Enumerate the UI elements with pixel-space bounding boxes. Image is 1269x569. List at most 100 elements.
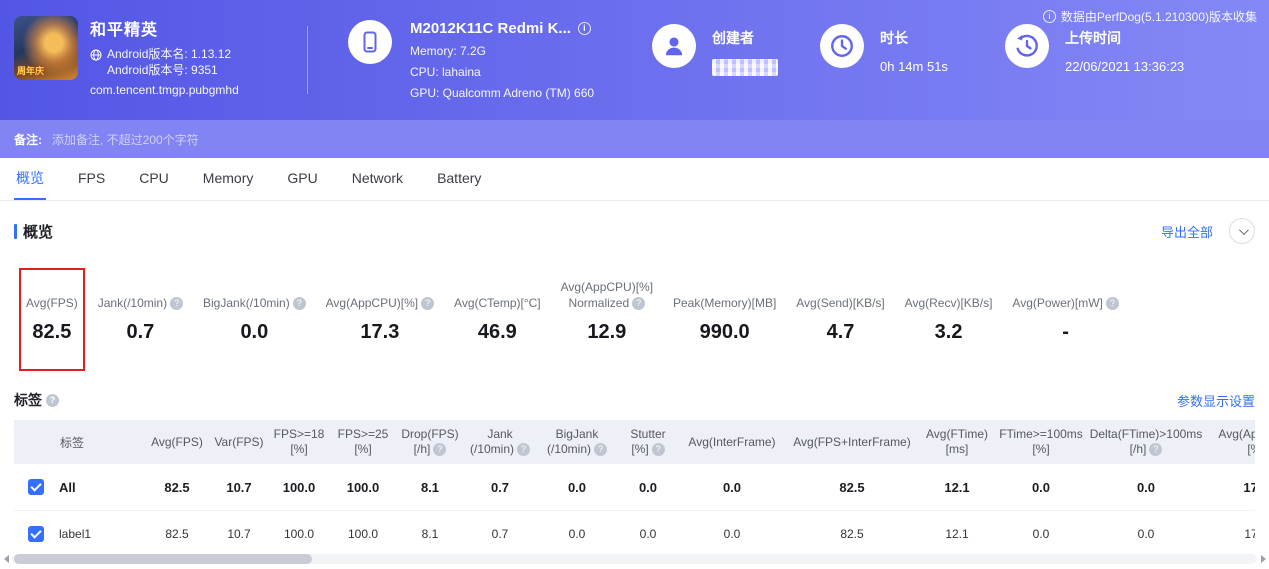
tab-cpu[interactable]: CPU <box>137 158 171 200</box>
report-header: 周年庆 和平精英 Android版本名: 1.13.12 Android版本号: <box>0 0 1269 120</box>
app-icon-badge: 周年庆 <box>17 64 44 77</box>
col-avg-appcpu: Avg(AppCPU)[%] <box>1206 420 1255 464</box>
globe-icon <box>90 48 102 78</box>
creator-summary: 创建者 <box>652 24 778 76</box>
app-summary: 周年庆 和平精英 Android版本名: 1.13.12 Android版本号: <box>14 16 239 97</box>
row-label: All <box>59 480 76 495</box>
col-fps-ge-18: FPS>=18[%] <box>268 420 330 464</box>
row-checkbox[interactable] <box>28 479 44 495</box>
right-arrow-icon <box>1261 555 1266 563</box>
horizontal-scrollbar <box>0 553 1269 565</box>
device-memory: Memory: 7.2G <box>410 44 594 58</box>
stat-avg-fps: Avg(FPS) 82.5 <box>26 279 78 344</box>
col-avg-fps-interframe: Avg(FPS+InterFrame) <box>786 420 918 464</box>
device-summary: M2012K11C Redmi K... i Memory: 7.2G CPU:… <box>348 20 594 100</box>
col-avg-ftime: Avg(FTime)[ms] <box>918 420 996 464</box>
stat-bigjank: BigJank(/10min)? 0.0 <box>203 279 306 344</box>
collapse-button[interactable] <box>1229 218 1255 244</box>
col-avg-interframe: Avg(InterFrame) <box>678 420 786 464</box>
export-all-link[interactable]: 导出全部 <box>1161 222 1213 241</box>
info-icon[interactable]: ? <box>293 297 306 310</box>
row-checkbox[interactable] <box>28 526 44 542</box>
overview-stats: Avg(FPS) 82.5 Jank(/10min)? 0.7 BigJank(… <box>26 279 1119 344</box>
remark-label: 备注: <box>14 131 42 148</box>
tab-fps[interactable]: FPS <box>76 158 107 200</box>
col-drop-fps: Drop(FPS)[/h]? <box>396 420 464 464</box>
col-label: 标签 <box>14 420 144 464</box>
info-icon[interactable]: ? <box>652 443 665 456</box>
scroll-left-button[interactable] <box>0 553 12 565</box>
remark-placeholder: 添加备注, 不超过200个字符 <box>52 131 199 148</box>
upload-time-value: 22/06/2021 13:36:23 <box>1065 59 1184 74</box>
creator-label: 创建者 <box>712 28 778 48</box>
device-cpu: CPU: lahaina <box>410 65 594 79</box>
creator-name-masked <box>712 59 778 76</box>
tab-network[interactable]: Network <box>350 158 405 200</box>
labels-table-wrap: 标签 Avg(FPS) Var(FPS) FPS>=18[%] FPS>=25[… <box>14 420 1255 558</box>
chevron-down-icon <box>1238 225 1248 235</box>
tab-overview[interactable]: 概览 <box>14 158 46 200</box>
col-ftime-ge-100ms: FTime>=100ms[%] <box>996 420 1086 464</box>
col-delta-ftime: Delta(FTime)>100ms[/h]? <box>1086 420 1206 464</box>
collector-note: i 数据由PerfDog(5.1.210300)版本收集 <box>1043 8 1257 25</box>
row-label: label1 <box>59 527 91 541</box>
stat-avg-ctemp: Avg(CTemp)[°C] 46.9 <box>454 279 541 344</box>
tab-gpu[interactable]: GPU <box>285 158 319 200</box>
perfdog-report-page: 周年庆 和平精英 Android版本名: 1.13.12 Android版本号: <box>0 0 1269 569</box>
main-content: 概览 导出全部 Avg(FPS) 82.5 Jank(/10min)? 0.7 … <box>0 201 1269 569</box>
col-fps-ge-25: FPS>=25[%] <box>330 420 396 464</box>
app-icon: 周年庆 <box>14 16 78 80</box>
device-info-icon[interactable]: i <box>578 22 591 35</box>
table-row: All 82.5 10.7 100.0 100.0 8.1 0.7 0.0 0.… <box>14 464 1255 511</box>
labels-section-title: 标签 ? <box>14 390 59 410</box>
stat-avg-power: Avg(Power)[mW]? - <box>1012 279 1118 344</box>
stat-avg-recv: Avg(Recv)[KB/s] 3.2 <box>905 279 993 344</box>
upload-time-label: 上传时间 <box>1065 28 1184 48</box>
info-icon[interactable]: ? <box>632 297 645 310</box>
scrollbar-track[interactable] <box>12 554 1257 564</box>
stat-avg-send: Avg(Send)[KB/s] 4.7 <box>796 279 885 344</box>
tab-memory[interactable]: Memory <box>201 158 256 200</box>
section-title: 概览 <box>14 221 53 242</box>
overview-title: 概览 <box>23 221 53 242</box>
collector-note-text: 数据由PerfDog(5.1.210300)版本收集 <box>1061 8 1257 25</box>
info-icon[interactable]: ? <box>1149 443 1162 456</box>
info-icon[interactable]: ? <box>594 443 607 456</box>
labels-table: 标签 Avg(FPS) Var(FPS) FPS>=18[%] FPS>=25[… <box>14 420 1255 558</box>
history-clock-icon <box>1005 24 1049 68</box>
device-gpu: GPU: Qualcomm Adreno (TM) 660 <box>410 86 594 100</box>
stat-peak-memory: Peak(Memory)[MB] 990.0 <box>673 279 776 344</box>
info-icon[interactable]: ? <box>170 297 183 310</box>
app-version-name: Android版本名: 1.13.12 <box>107 46 231 62</box>
app-info: 和平精英 Android版本名: 1.13.12 Android版本号: 935… <box>90 16 239 97</box>
tab-bar: 概览 FPS CPU Memory GPU Network Battery <box>0 158 1269 201</box>
device-model: M2012K11C Redmi K... <box>410 20 571 37</box>
table-row: label1 82.5 10.7 100.0 100.0 8.1 0.7 0.0… <box>14 511 1255 558</box>
stat-avg-appcpu: Avg(AppCPU)[%]? 17.3 <box>326 279 434 344</box>
col-var-fps: Var(FPS) <box>210 420 268 464</box>
scroll-right-button[interactable] <box>1257 553 1269 565</box>
clock-icon <box>820 24 864 68</box>
info-icon[interactable]: ? <box>46 394 59 407</box>
info-icon[interactable]: ? <box>1106 297 1119 310</box>
stat-jank: Jank(/10min)? 0.7 <box>98 279 183 344</box>
info-icon[interactable]: ? <box>517 443 530 456</box>
scrollbar-thumb[interactable] <box>14 554 312 564</box>
info-icon: i <box>1043 10 1056 23</box>
left-arrow-icon <box>4 555 9 563</box>
param-display-settings-link[interactable]: 参数显示设置 <box>1177 391 1255 410</box>
tab-battery[interactable]: Battery <box>435 158 483 200</box>
header-divider <box>307 26 308 94</box>
duration-summary: 时长 0h 14m 51s <box>820 24 948 74</box>
phone-icon <box>348 20 392 64</box>
col-bigjank: BigJank(/10min)? <box>536 420 618 464</box>
duration-value: 0h 14m 51s <box>880 59 948 74</box>
app-name: 和平精英 <box>90 16 239 40</box>
app-version-code: Android版本号: 9351 <box>107 62 231 78</box>
info-icon[interactable]: ? <box>421 297 434 310</box>
upload-time-summary: 上传时间 22/06/2021 13:36:23 <box>1005 24 1184 74</box>
info-icon[interactable]: ? <box>433 443 446 456</box>
col-jank: Jank(/10min)? <box>464 420 536 464</box>
app-package: com.tencent.tmgp.pubgmhd <box>90 83 239 97</box>
remark-input[interactable]: 备注: 添加备注, 不超过200个字符 <box>0 120 1269 158</box>
